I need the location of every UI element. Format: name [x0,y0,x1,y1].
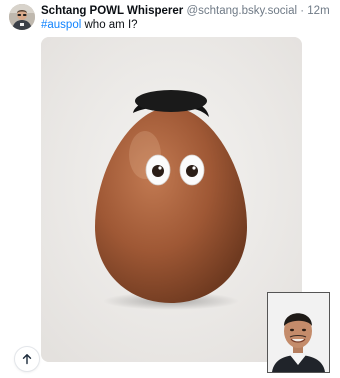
person-photo [268,293,329,372]
post-header: Schtang POWL Whisperer @schtang.bsky.soc… [41,4,336,18]
egg-character-image [41,37,302,362]
author-handle[interactable]: @schtang.bsky.social [186,5,297,17]
display-name[interactable]: Schtang POWL Whisperer [41,5,183,17]
avatar[interactable] [9,4,35,30]
post-timestamp[interactable]: 12m [307,5,329,17]
post-body: who am I? [81,19,138,31]
post-text: #auspol who am I? [41,18,336,32]
post: Schtang POWL Whisperer @schtang.bsky.soc… [0,0,340,378]
avatar-image [9,4,35,30]
separator-dot: · [300,5,305,17]
arrow-up-icon [22,354,32,365]
scroll-to-top-button[interactable] [14,346,40,372]
picture-in-picture-video[interactable] [267,292,330,373]
post-image[interactable] [41,37,302,362]
hashtag-link[interactable]: #auspol [41,19,81,31]
